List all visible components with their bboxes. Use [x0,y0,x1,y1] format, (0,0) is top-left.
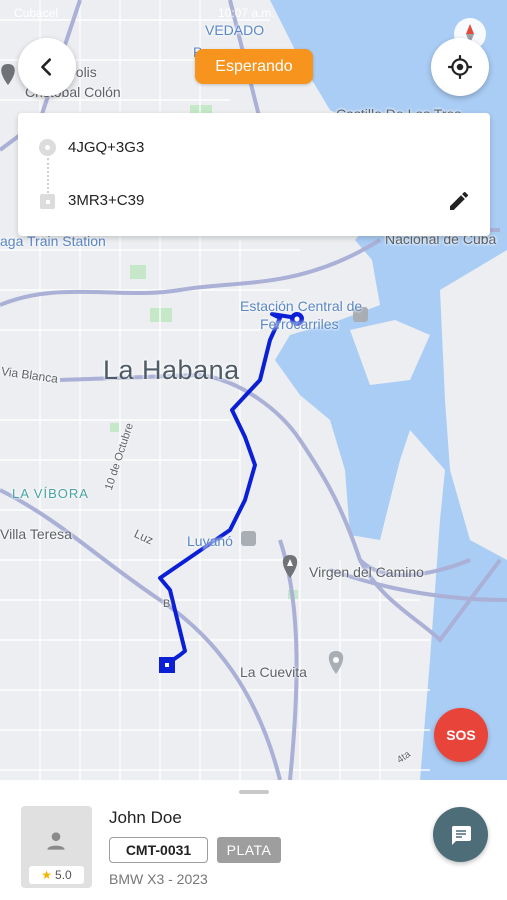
map-label: Estación Central de [240,298,363,314]
map-label: La Cuevita [240,664,307,680]
driver-name: John Doe [109,808,182,827]
map-label: B [163,598,171,610]
crosshair-icon [448,55,472,79]
destination-square-icon [40,194,55,209]
train-icon [241,531,256,546]
map-label: Virgen del Camino [309,564,424,580]
status-bar: Cubacel 10:07 a.m. [0,4,507,24]
clock: 10:07 a.m. [218,6,275,20]
license-plate: CMT-0031 [109,837,208,863]
pencil-icon [450,191,469,210]
route-address-card: 4JGQ+3G3 3MR3+C39 [18,113,490,236]
driver-rating: ★ 5.0 [29,866,84,884]
driver-bottom-sheet: ★ 5.0 John Doe CMT-0031 PLATA BMW X3 - 2… [0,780,507,900]
person-icon [47,832,65,850]
trip-status-badge: Esperando [195,49,313,84]
my-location-button[interactable] [431,38,489,96]
origin-address[interactable]: 4JGQ+3G3 [68,139,144,156]
chat-button[interactable] [433,807,488,862]
map-label: Luyanó [187,533,233,549]
rating-value: 5.0 [55,868,72,882]
park [110,423,119,432]
poi-pin-cuevita [328,651,344,674]
park [150,308,172,322]
sos-button[interactable]: SOS [434,708,488,762]
driver-avatar: ★ 5.0 [21,806,92,888]
map-label: LA VÍBORA [12,486,89,501]
poi-pin-virgen [282,555,298,578]
map-label: Ferrocarriles [260,316,339,332]
map-label: VEDADO [205,22,265,38]
origin-dot-icon [39,139,56,156]
message-icon [451,825,471,845]
car-model: BMW X3 - 2023 [109,871,208,887]
sheet-drag-handle[interactable] [239,790,269,794]
back-button[interactable] [18,38,76,96]
star-icon: ★ [41,868,53,882]
destination-address[interactable]: 3MR3+C39 [68,192,144,209]
city-label: La Habana [103,355,240,385]
carrier-label: Cubacel [14,6,59,20]
edit-destination-button[interactable] [443,185,475,217]
park [130,265,146,279]
map-view[interactable]: Cubacel 10:07 a.m. VEDADO Parque polis C… [0,0,507,780]
arrow-left-icon [41,58,52,76]
route-connector [47,158,49,193]
map-label: Villa Teresa [0,526,72,542]
car-color-badge: PLATA [217,837,281,863]
